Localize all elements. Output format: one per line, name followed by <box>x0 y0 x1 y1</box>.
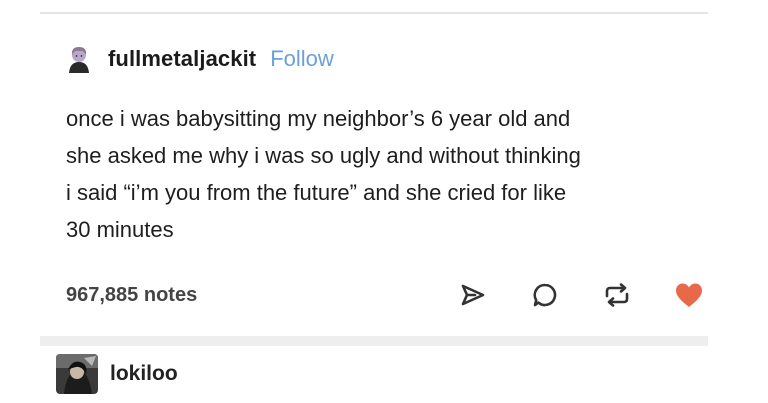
post-header: fullmetaljackit Follow <box>64 42 334 76</box>
post-username[interactable]: fullmetaljackit <box>108 46 256 72</box>
like-button[interactable] <box>672 278 706 312</box>
divider <box>40 336 708 346</box>
reblog-header: lokiloo <box>56 352 178 396</box>
reblog-username[interactable]: lokiloo <box>110 362 178 386</box>
avatar-image <box>56 354 98 394</box>
avatar[interactable] <box>64 44 94 74</box>
post-body-line: she asked me why i was so ugly and witho… <box>66 143 581 168</box>
reply-button[interactable] <box>528 278 562 312</box>
reblog-icon <box>605 283 629 307</box>
post-footer: 967,885 notes <box>66 276 706 314</box>
post-body-line: i said “i’m you from the future” and she… <box>66 180 567 205</box>
notes-count[interactable]: 967,885 notes <box>66 284 418 307</box>
avatar-image <box>69 47 89 73</box>
post-actions <box>418 278 706 312</box>
follow-button[interactable]: Follow <box>270 46 334 72</box>
post-body-line: once i was babysitting my neighbor’s 6 y… <box>66 106 571 131</box>
avatar[interactable] <box>56 354 98 394</box>
post-body-line: 30 minutes <box>66 217 174 242</box>
post-card: fullmetaljackit Follow once i was babysi… <box>40 14 708 336</box>
post-body: once i was babysitting my neighbor’s 6 y… <box>66 100 686 248</box>
share-button[interactable] <box>456 278 490 312</box>
reply-icon <box>533 283 557 307</box>
reblog-button[interactable] <box>600 278 634 312</box>
like-icon <box>676 283 702 307</box>
share-icon <box>461 284 485 306</box>
